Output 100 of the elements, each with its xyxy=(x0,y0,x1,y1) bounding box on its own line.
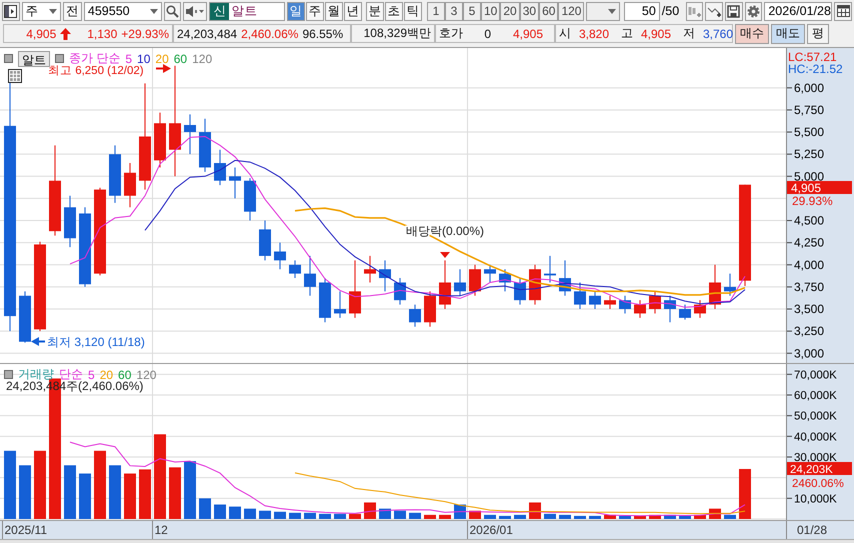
open-price: 3,820 xyxy=(578,26,609,40)
candle xyxy=(589,290,601,310)
interval-button[interactable]: 20 xyxy=(500,2,520,20)
axis-label: 3,000 xyxy=(794,346,824,360)
search-icon[interactable] xyxy=(164,2,182,20)
pointer-arrow xyxy=(31,337,45,346)
candle xyxy=(394,278,406,306)
volume-bar xyxy=(424,514,436,519)
axis-label: 5,000 xyxy=(794,169,824,184)
interval-button[interactable]: 3 xyxy=(445,2,463,20)
candle xyxy=(484,264,496,283)
volume-badge: 24,203K xyxy=(787,462,852,476)
axis-label: 5,500 xyxy=(794,125,824,140)
period-tab[interactable]: 월 xyxy=(325,2,343,20)
toggle-icon[interactable] xyxy=(4,54,13,63)
interval-button[interactable]: 120 xyxy=(558,2,584,20)
axis-label: 50,000K xyxy=(794,410,837,423)
candle xyxy=(454,268,466,296)
volume-bar xyxy=(79,474,91,519)
axis-label: 70,000K xyxy=(794,369,837,382)
calendar-icon[interactable] xyxy=(834,2,852,20)
layout-icon[interactable] xyxy=(2,2,20,20)
volume-bar xyxy=(349,514,361,519)
candle xyxy=(64,195,76,248)
buy-button[interactable]: 매수 xyxy=(735,24,769,44)
volume-bar xyxy=(619,516,631,519)
volume-bar xyxy=(664,514,676,519)
period-tab[interactable]: 주 xyxy=(306,2,324,20)
caret-icon xyxy=(48,8,57,14)
candle xyxy=(604,295,616,310)
volume-bar xyxy=(319,514,331,519)
settings-icon[interactable] xyxy=(744,2,762,20)
volume-bar xyxy=(214,504,226,519)
volume-bar xyxy=(649,514,661,519)
period-tab[interactable]: 분 xyxy=(366,2,384,20)
legend-item: 60 xyxy=(118,368,132,382)
previous-button[interactable]: 전 xyxy=(62,2,82,20)
period-tab[interactable]: 일 xyxy=(287,2,305,20)
volume-rate-label: 2460.06% xyxy=(792,478,844,490)
legend-item: 20 xyxy=(155,52,169,66)
toggle-icon[interactable] xyxy=(55,54,64,63)
unit-dropdown[interactable] xyxy=(586,2,620,20)
interval-button[interactable]: 10 xyxy=(481,2,500,20)
volume-bar xyxy=(109,465,121,519)
interval-button[interactable]: 60 xyxy=(539,2,558,20)
legend-item: 5 xyxy=(88,368,95,382)
volume-bar xyxy=(19,465,31,519)
legend-title: 단순 xyxy=(59,366,83,381)
volume-bar xyxy=(439,514,451,519)
candle xyxy=(559,260,571,296)
legend-item: 120 xyxy=(192,52,212,66)
axis-label: 30,000K xyxy=(794,452,837,464)
price-change: 1,130 xyxy=(87,26,118,40)
up-arrow-icon xyxy=(60,28,72,40)
ask-label: 호가 xyxy=(439,25,463,42)
sell-button[interactable]: 매도 xyxy=(771,24,805,44)
candle xyxy=(154,112,166,168)
volume-bar xyxy=(229,506,241,519)
volume: 24,203,484 xyxy=(177,26,238,40)
interval-button[interactable]: 5 xyxy=(463,2,481,20)
toggle-icon[interactable] xyxy=(4,370,13,379)
volume-bar xyxy=(169,467,181,519)
save-icon[interactable] xyxy=(725,2,743,20)
candle xyxy=(319,278,331,323)
period-tab[interactable]: 년 xyxy=(344,2,362,20)
candle xyxy=(439,260,451,310)
candle xyxy=(184,114,196,155)
low-note: 최저 3,120 (11/18) xyxy=(47,335,145,349)
candle xyxy=(499,268,511,292)
candle xyxy=(379,260,391,292)
average-button[interactable]: 평 xyxy=(807,24,829,44)
candle xyxy=(409,304,421,328)
chart-type-dropdown[interactable]: 주 xyxy=(22,2,61,20)
code-field[interactable]: 459550 xyxy=(84,2,162,20)
pointer-arrow xyxy=(156,64,171,73)
volume-bar xyxy=(694,514,706,519)
volume-bar xyxy=(679,516,691,519)
volume-bar xyxy=(574,516,586,519)
period-tab[interactable]: 초 xyxy=(385,2,403,20)
interval-button[interactable]: 1 xyxy=(427,2,445,20)
caret-icon xyxy=(150,8,158,14)
interval-button[interactable]: 30 xyxy=(520,2,540,20)
indicator-tab[interactable]: 알트 xyxy=(18,50,50,66)
candle xyxy=(334,290,346,318)
count-field[interactable]: 50 xyxy=(624,2,660,20)
table-icon[interactable] xyxy=(8,69,22,83)
volume-bar xyxy=(394,510,406,519)
volume-bar xyxy=(184,461,196,519)
volume-bar xyxy=(589,516,601,519)
period-tab[interactable]: 틱 xyxy=(404,2,422,20)
trade-amount: 108,329백만 xyxy=(364,25,431,42)
volume-bar xyxy=(259,510,271,519)
volume-bar xyxy=(334,514,346,519)
speaker-icon[interactable] xyxy=(183,2,208,20)
legend-item: 5 xyxy=(125,52,132,66)
candle xyxy=(469,264,481,296)
axis-label: 5,250 xyxy=(794,147,824,162)
date-field[interactable]: 2026/01/28 xyxy=(764,2,832,20)
legend-title: 거래량 xyxy=(18,366,54,381)
stock-name-field[interactable]: 신 알트 xyxy=(209,2,285,20)
